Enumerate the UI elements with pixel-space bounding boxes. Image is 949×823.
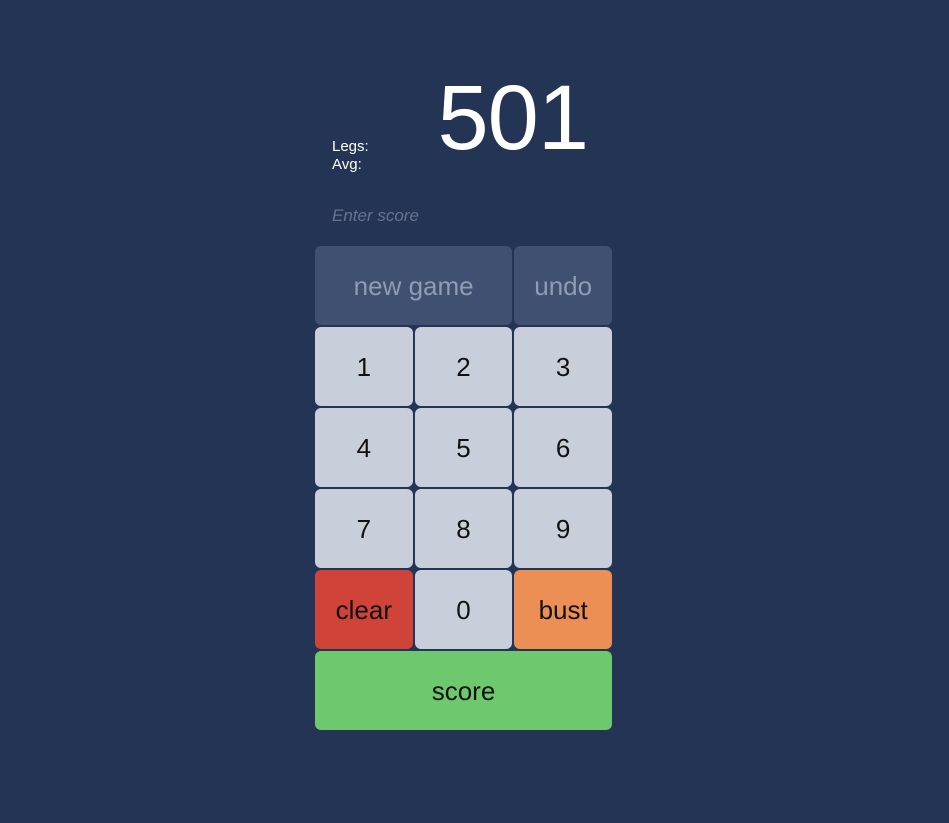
darts-scorer-app: 501 Legs: Avg: new gameundo 123 456 789 clea… [0, 0, 949, 823]
key-undo[interactable]: undo [514, 246, 612, 325]
stats-panel: Legs: Avg: [332, 138, 369, 173]
key-new-game[interactable]: new game [315, 246, 513, 325]
key-clear[interactable]: clear [315, 570, 413, 649]
key-digit-2[interactable]: 2 [414, 327, 513, 406]
keypad: new game undo 1 2 3 4 5 6 7 8 9 clear 0 bust score [315, 246, 612, 730]
stat-avg: Avg: [332, 155, 362, 173]
key-bust[interactable]: bust [514, 570, 612, 649]
key-digit-3[interactable]: 3 [514, 327, 612, 406]
current-score: 501 [437, 67, 589, 169]
score-input[interactable] [332, 202, 612, 230]
key-digit-0[interactable]: 0 [414, 570, 513, 649]
key-digit-6[interactable]: 6 [514, 408, 612, 487]
key-digit-5[interactable]: 5 [414, 408, 513, 487]
key-digit-8[interactable]: 8 [414, 489, 513, 568]
scoreboard: 501 Legs: Avg: [315, 72, 612, 190]
key-digit-9[interactable]: 9 [514, 489, 612, 568]
key-digit-4[interactable]: 4 [315, 408, 413, 487]
key-digit-1[interactable]: 1 [315, 327, 413, 406]
key-score-submit[interactable]: score [315, 651, 612, 730]
key-digit-7[interactable]: 7 [315, 489, 413, 568]
stat-legs: Legs: [332, 138, 369, 155]
